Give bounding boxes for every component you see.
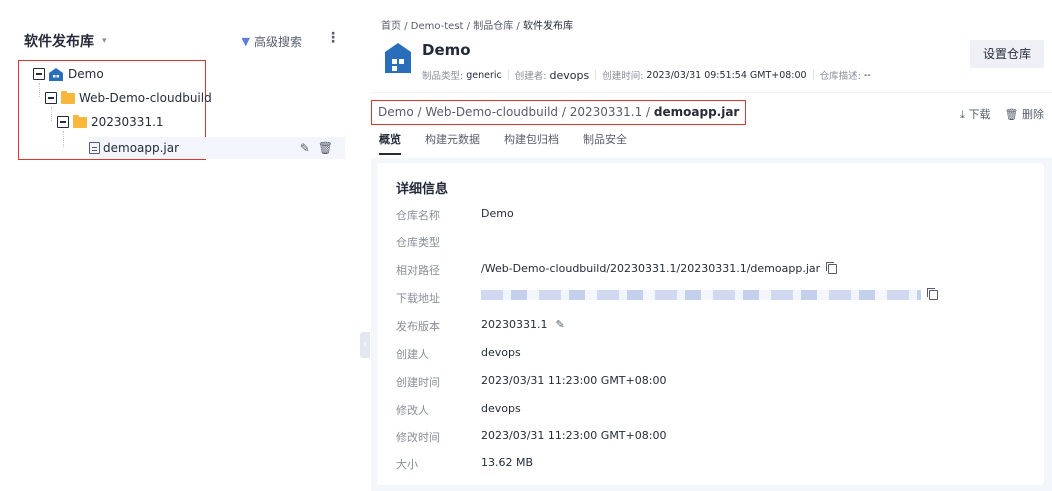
folder-icon [61, 90, 75, 104]
artifact-tabs: 概览 构建元数据 构建包归档 制品安全 [379, 131, 627, 155]
folder-icon [73, 114, 87, 128]
repository-icon [49, 67, 63, 81]
tree-node-label: 20230331.1 [91, 115, 164, 129]
detail-label: 仓库名称 [396, 209, 440, 222]
detail-value: Demo [481, 207, 514, 220]
detail-label: 发布版本 [396, 320, 440, 333]
details-title: 详细信息 [396, 182, 449, 197]
tree-guide [39, 83, 40, 97]
breadcrumb: 首页 / Demo-test / 制品仓库 / 软件发布库 [381, 21, 573, 32]
meta-label: 创建者: [514, 71, 547, 82]
detail-value [481, 288, 938, 300]
artifact-toolbar: Demo / Web-Demo-cloudbuild / 20230331.1 … [371, 92, 1052, 158]
download-label: 下载 [968, 108, 991, 121]
detail-value: devops [481, 346, 521, 359]
detail-value: 13.62 MB [481, 456, 534, 469]
meta-value: 2023/03/31 09:51:54 GMT+08:00 [646, 69, 807, 81]
chevron-down-icon[interactable]: ▾ [102, 36, 107, 46]
edit-icon[interactable]: ✎ [555, 318, 564, 331]
detail-value: 2023/03/31 11:23:00 GMT+08:00 [481, 374, 667, 387]
tree-node-label: demoapp.jar [103, 141, 180, 155]
repository-settings-button[interactable]: 设置仓库 [970, 40, 1044, 68]
repository-meta: 制品类型: generic 创建者: devops 创建时间: 2023/03/… [422, 68, 871, 83]
details-card: 详细信息 仓库名称 Demo 仓库类型 相对路径 /Web-Demo-cloud… [377, 163, 1044, 485]
detail-label: 创建人 [396, 348, 429, 361]
left-panel: 软件发布库 ▾ ▼ 高级搜索 ⋮ Demo Web-Demo-cloudbuil… [0, 0, 360, 491]
detail-value: devops [481, 402, 521, 415]
tree-node-label: Demo [68, 67, 104, 81]
tab-artifact-security[interactable]: 制品安全 [583, 131, 627, 155]
tree-guide [51, 107, 52, 121]
tree-node-demoapp-jar[interactable]: demoapp.jar ✎ 🗑 [89, 137, 345, 159]
artifact-path: Demo / Web-Demo-cloudbuild / 20230331.1 … [371, 100, 747, 125]
redacted-download-url [481, 290, 921, 300]
tree-node-web-demo-cloudbuild[interactable]: Web-Demo-cloudbuild [45, 87, 212, 109]
collapse-icon[interactable] [45, 92, 57, 104]
download-icon: ⤓ [960, 108, 969, 121]
advanced-search-label: 高级搜索 [253, 35, 302, 49]
download-button[interactable]: ⤓ 下载 [960, 106, 990, 122]
breadcrumb-item[interactable]: 制品仓库 [473, 21, 513, 32]
artifact-path-prefix: Demo / Web-Demo-cloudbuild / 20230331.1 … [378, 105, 654, 119]
repo-header: 首页 / Demo-test / 制品仓库 / 软件发布库 Demo 制品类型:… [371, 0, 1052, 92]
repo-list-title[interactable]: 软件发布库 [24, 31, 94, 51]
more-options-icon[interactable]: ⋮ [326, 30, 340, 46]
detail-label: 大小 [396, 458, 418, 471]
tree-node-demo[interactable]: Demo [33, 63, 104, 85]
detail-value: /Web-Demo-cloudbuild/20230331.1/20230331… [481, 261, 838, 275]
collapse-icon[interactable] [33, 68, 45, 80]
file-icon [89, 142, 100, 154]
artifact-file-name: demoapp.jar [653, 105, 740, 119]
meta-value: generic [466, 69, 502, 81]
repository-logo-icon [385, 43, 411, 73]
breadcrumb-item[interactable]: Demo-test [411, 21, 464, 32]
tab-build-archive[interactable]: 构建包归档 [504, 131, 559, 155]
repository-name: Demo [422, 41, 471, 59]
tree-node-actions: ✎ 🗑 [300, 141, 333, 155]
edit-icon[interactable]: ✎ [300, 141, 310, 155]
detail-label: 相对路径 [396, 264, 440, 277]
main-panel: 首页 / Demo-test / 制品仓库 / 软件发布库 Demo 制品类型:… [371, 0, 1052, 491]
detail-label: 修改人 [396, 404, 429, 417]
tree-node-20230331-1[interactable]: 20230331.1 [57, 111, 164, 133]
breadcrumb-current: 软件发布库 [522, 21, 573, 32]
trash-icon: 🗑 [1004, 108, 1022, 121]
detail-value: 2023/03/31 11:23:00 GMT+08:00 [481, 429, 667, 442]
filter-icon: ▼ [241, 35, 250, 48]
delete-button[interactable]: 🗑 删除 [1005, 106, 1044, 122]
detail-label: 修改时间 [396, 431, 440, 444]
delete-label: 删除 [1022, 108, 1044, 121]
artifact-actions: ⤓ 下载 🗑 删除 [960, 106, 1044, 122]
detail-label: 仓库类型 [396, 236, 440, 249]
advanced-search-button[interactable]: ▼ 高级搜索 [242, 33, 302, 50]
tab-build-metadata[interactable]: 构建元数据 [425, 131, 480, 155]
meta-label: 创建时间: [602, 71, 644, 82]
trash-icon[interactable]: 🗑 [318, 141, 333, 155]
left-panel-header: 软件发布库 ▾ ▼ 高级搜索 ⋮ [24, 30, 340, 52]
tree-guide [63, 131, 64, 147]
app-page: 软件发布库 ▾ ▼ 高级搜索 ⋮ Demo Web-Demo-cloudbuil… [0, 0, 1052, 491]
meta-label: 制品类型: [422, 71, 464, 82]
breadcrumb-item[interactable]: 首页 [381, 21, 401, 32]
copy-icon[interactable] [927, 288, 938, 300]
tree-node-label: Web-Demo-cloudbuild [79, 91, 212, 105]
detail-label: 下载地址 [396, 292, 440, 305]
meta-label: 仓库描述: [819, 71, 861, 82]
collapse-icon[interactable] [57, 116, 69, 128]
detail-value: 20230331.1 ✎ [481, 318, 565, 331]
detail-label: 创建时间 [396, 376, 440, 389]
file-tree: Demo Web-Demo-cloudbuild 20230331.1 demo… [18, 60, 345, 160]
collapse-panel-handle[interactable]: ‹ [360, 332, 370, 358]
meta-value: devops [549, 68, 590, 82]
meta-value: -- [863, 69, 871, 81]
tab-overview[interactable]: 概览 [379, 131, 401, 155]
copy-icon[interactable] [826, 261, 838, 274]
